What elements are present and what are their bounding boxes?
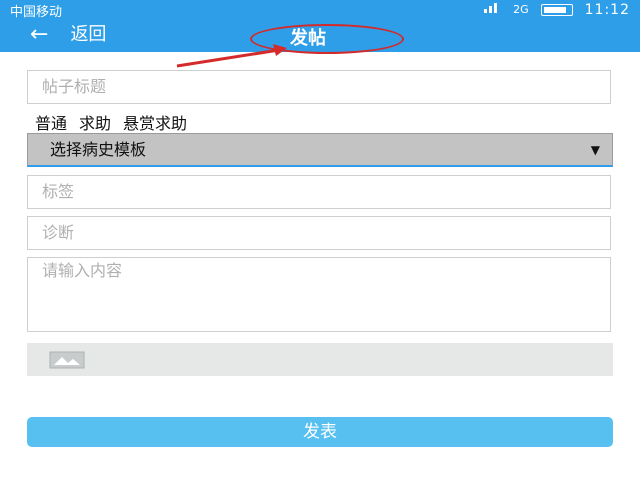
back-label: 返回 bbox=[70, 24, 107, 45]
image-attach-bar bbox=[27, 343, 613, 376]
post-type-normal[interactable]: 普通 bbox=[35, 110, 67, 134]
back-arrow-icon: ← bbox=[30, 22, 49, 47]
image-icon[interactable] bbox=[49, 351, 85, 373]
clock-time: 11:12 bbox=[584, 2, 630, 18]
history-template-select[interactable]: 选择病史模板 ▼ bbox=[27, 133, 613, 167]
battery-icon bbox=[540, 4, 573, 16]
diagnosis-input[interactable]: 诊断 bbox=[27, 216, 611, 250]
signal-icon bbox=[483, 1, 501, 19]
tags-input[interactable]: 标签 bbox=[27, 175, 611, 209]
carrier-name: 中国移动 bbox=[10, 5, 63, 20]
post-type-help[interactable]: 求助 bbox=[79, 110, 111, 134]
status-bar: 中国移动 2G 11:12 bbox=[0, 0, 640, 20]
annotation-arrow bbox=[176, 44, 287, 68]
back-button[interactable]: ← 返回 bbox=[30, 23, 106, 47]
dropdown-caret-icon: ▼ bbox=[590, 143, 600, 157]
post-type-bounty-help[interactable]: 悬赏求助 bbox=[123, 110, 187, 134]
network-type: 2G bbox=[513, 3, 529, 16]
post-type-selector: 普通 求助 悬赏求助 bbox=[35, 110, 187, 134]
content-textarea[interactable]: 请输入内容 bbox=[27, 257, 611, 332]
submit-button[interactable]: 发表 bbox=[27, 417, 613, 447]
template-select-label: 选择病史模板 bbox=[50, 140, 147, 159]
status-icons: 2G 11:12 bbox=[483, 1, 630, 19]
post-title-input[interactable]: 帖子标题 bbox=[27, 70, 611, 104]
